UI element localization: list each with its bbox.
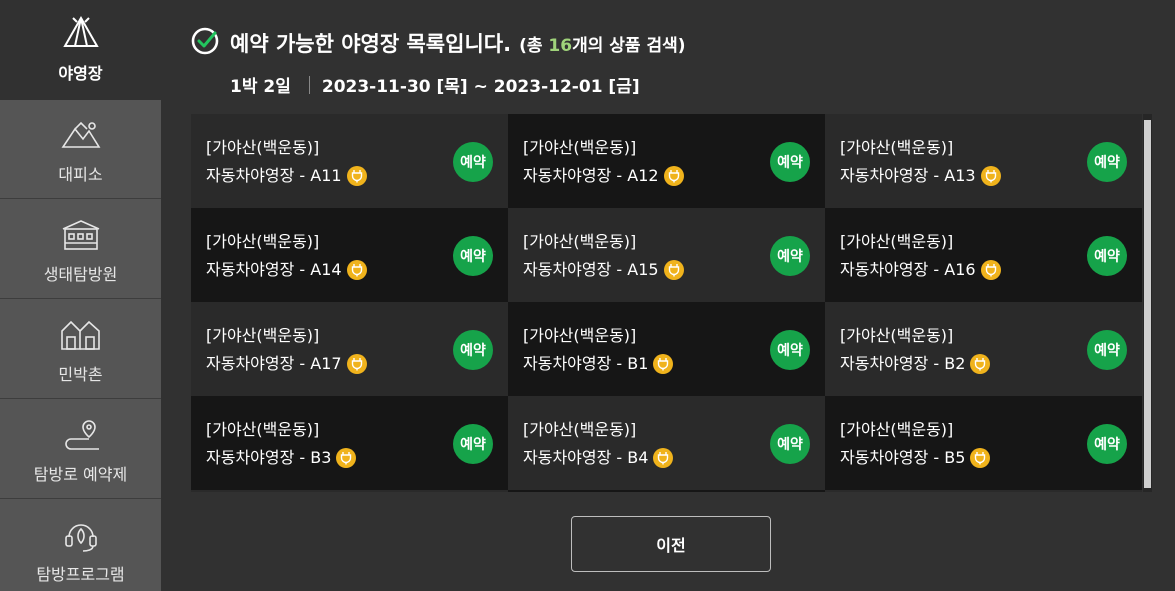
- power-plug-icon: [336, 448, 357, 468]
- campsite-name: 자동차야영장 - B5: [840, 448, 966, 467]
- houses-icon: [59, 317, 103, 353]
- sidebar-item-eco-center[interactable]: 생태탐방원: [0, 199, 161, 299]
- campsite-name: 자동차야영장 - A15: [523, 260, 659, 279]
- campsite-name: 자동차야영장 - A11: [206, 166, 342, 185]
- campsite-name: 자동차야영장 - A16: [840, 260, 976, 279]
- headset-icon: [59, 517, 103, 553]
- sidebar-item-label: 탐방프로그램: [36, 565, 125, 584]
- reserve-button[interactable]: 예약: [453, 236, 493, 276]
- sidebar-item-label: 탐방로 예약제: [33, 465, 128, 484]
- sidebar-item-guesthouse[interactable]: 민박촌: [0, 299, 161, 399]
- sidebar-item-shelter[interactable]: 대피소: [0, 99, 161, 199]
- mountain-icon: [59, 117, 103, 153]
- sidebar-item-trail-reservation[interactable]: 탐방로 예약제: [0, 399, 161, 499]
- campsite-card[interactable]: [가야산(백운동)] 자동차야영장 - A17 예약: [191, 302, 508, 396]
- campsite-card[interactable]: [가야산(백운동)] 자동차야영장 - A11 예약: [191, 114, 508, 208]
- reserve-button[interactable]: 예약: [453, 424, 493, 464]
- campsite-list: [가야산(백운동)] 자동차야영장 - A11 예약 [가야산(백운동)] 자동차야영장…: [191, 114, 1152, 492]
- power-plug-icon: [970, 448, 991, 468]
- reserve-button[interactable]: 예약: [1087, 142, 1127, 182]
- sidebar: 야영장 대피소 생태탐방원 민박촌 탐방로 예약제 탐방프로그램: [0, 0, 161, 591]
- campsite-card[interactable]: [가야산(백운동)] 자동차야영장 - A16 예약: [825, 208, 1142, 302]
- campsite-card[interactable]: [가야산(백운동)] 자동차야영장 - B1 예약: [508, 302, 825, 396]
- power-plug-icon: [980, 166, 1001, 186]
- campsite-name: 자동차야영장 - B2: [840, 354, 966, 373]
- trail-icon: [59, 417, 103, 453]
- power-plug-icon: [653, 448, 674, 468]
- power-plug-icon: [346, 354, 367, 374]
- campsite-card[interactable]: [가야산(백운동)] 자동차야영장 - B3 예약: [191, 396, 508, 490]
- sidebar-item-label: 생태탐방원: [43, 265, 118, 284]
- campsite-name: 자동차야영장 - A12: [523, 166, 659, 185]
- scroll-thumb[interactable]: [1144, 120, 1151, 488]
- tent-icon: [59, 14, 103, 50]
- page-title: 예약 가능한 야영장 목록입니다.: [230, 32, 512, 56]
- campsite-card[interactable]: [가야산(백운동)] 자동차야영장 - A12 예약: [508, 114, 825, 208]
- sidebar-item-label: 야영장: [58, 64, 103, 83]
- sidebar-item-program[interactable]: 탐방프로그램: [0, 499, 161, 591]
- campsite-name: 자동차야영장 - A14: [206, 260, 342, 279]
- check-circle-icon: [190, 26, 230, 60]
- divider: [308, 75, 310, 94]
- result-count: (총 16개의 상품 검색): [519, 35, 686, 56]
- power-plug-icon: [663, 166, 684, 186]
- campsite-name: 자동차야영장 - A17: [206, 354, 342, 373]
- reserve-button[interactable]: 예약: [770, 236, 810, 276]
- campsite-card[interactable]: [가야산(백운동)] 자동차야영장 - A14 예약: [191, 208, 508, 302]
- reserve-button[interactable]: 예약: [1087, 424, 1127, 464]
- date-summary: 1박 2일 2023-11-30 [목] ~ 2023-12-01 [금]: [230, 72, 640, 97]
- scrollbar[interactable]: [1143, 114, 1152, 492]
- campsite-card[interactable]: [가야산(백운동)] 자동차야영장 - A15 예약: [508, 208, 825, 302]
- power-plug-icon: [346, 260, 367, 280]
- campsite-card-partial: [191, 490, 508, 492]
- reserve-button[interactable]: 예약: [770, 330, 810, 370]
- campsite-name: 자동차야영장 - A13: [840, 166, 976, 185]
- reserve-button[interactable]: 예약: [770, 142, 810, 182]
- power-plug-icon: [663, 260, 684, 280]
- power-plug-icon: [346, 166, 367, 186]
- power-plug-icon: [653, 354, 674, 374]
- campsite-card-partial: [825, 490, 1142, 492]
- campsite-card-partial: [508, 490, 825, 492]
- sidebar-item-label: 대피소: [58, 165, 103, 184]
- building-icon: [59, 217, 103, 253]
- sidebar-item-campground[interactable]: 야영장: [0, 0, 161, 100]
- power-plug-icon: [970, 354, 991, 374]
- reserve-button[interactable]: 예약: [1087, 330, 1127, 370]
- stay-length: 1박 2일: [230, 77, 291, 97]
- reserve-button[interactable]: 예약: [770, 424, 810, 464]
- reserve-button[interactable]: 예약: [453, 330, 493, 370]
- campsite-name: 자동차야영장 - B3: [206, 448, 332, 467]
- page-header: 예약 가능한 야영장 목록입니다. (총 16개의 상품 검색) 1박 2일 2…: [190, 26, 686, 97]
- sidebar-item-label: 민박촌: [58, 365, 103, 384]
- campsite-card[interactable]: [가야산(백운동)] 자동차야영장 - A13 예약: [825, 114, 1142, 208]
- campsite-name: 자동차야영장 - B1: [523, 354, 649, 373]
- date-range: 2023-11-30 [목] ~ 2023-12-01 [금]: [321, 77, 640, 97]
- power-plug-icon: [980, 260, 1001, 280]
- campsite-card[interactable]: [가야산(백운동)] 자동차야영장 - B2 예약: [825, 302, 1142, 396]
- reserve-button[interactable]: 예약: [453, 142, 493, 182]
- reserve-button[interactable]: 예약: [1087, 236, 1127, 276]
- prev-button[interactable]: 이전: [571, 516, 771, 572]
- campsite-name: 자동차야영장 - B4: [523, 448, 649, 467]
- campsite-card[interactable]: [가야산(백운동)] 자동차야영장 - B5 예약: [825, 396, 1142, 490]
- campsite-card[interactable]: [가야산(백운동)] 자동차야영장 - B4 예약: [508, 396, 825, 490]
- scroll-down-arrow[interactable]: [1143, 486, 1152, 492]
